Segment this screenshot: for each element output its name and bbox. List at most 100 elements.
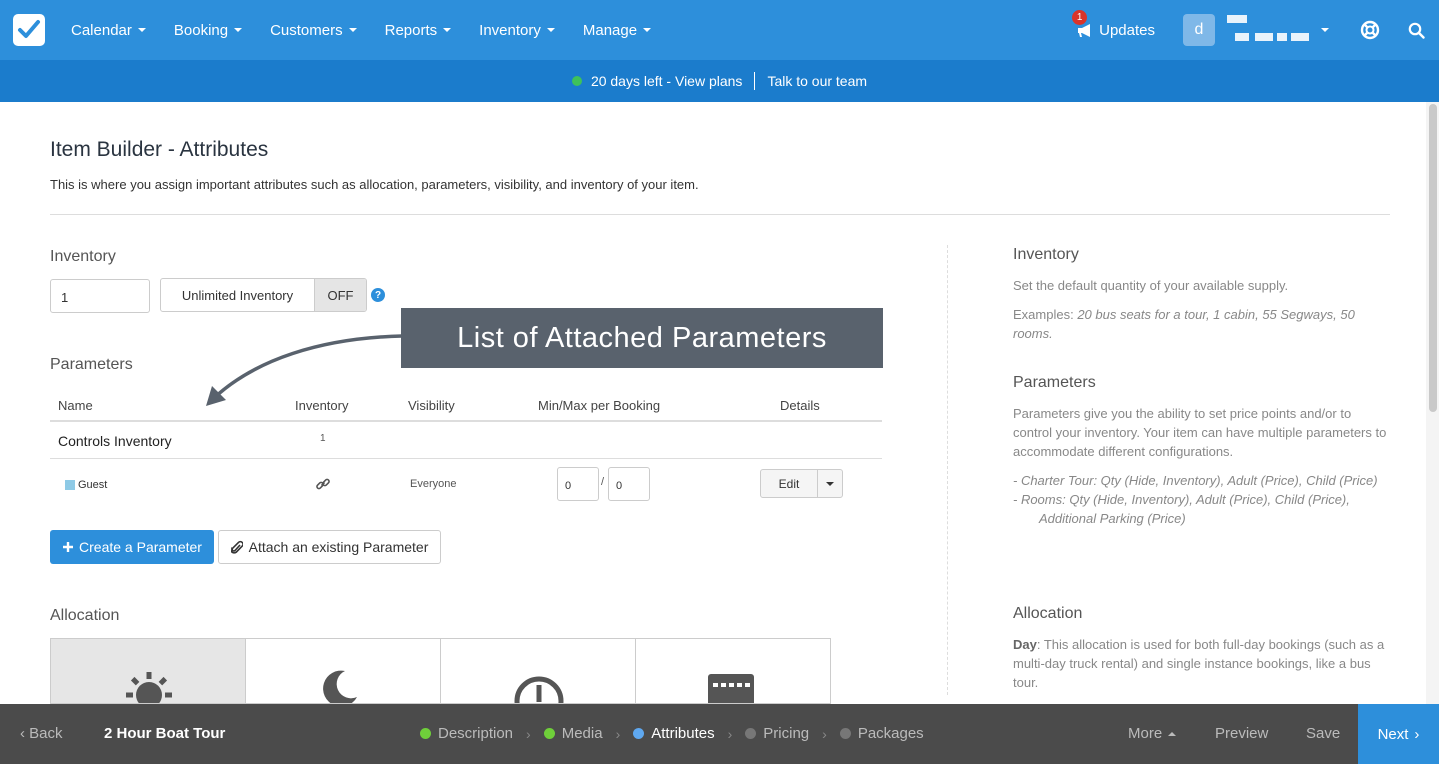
create-parameter-button[interactable]: Create a Parameter (50, 530, 214, 564)
unlimited-inventory-state[interactable]: OFF (314, 279, 366, 311)
divider (754, 72, 756, 90)
nav-calendar[interactable]: Calendar (57, 22, 160, 39)
callout-annotation: List of Attached Parameters (401, 308, 883, 368)
allocation-day-label: Day (1013, 637, 1037, 652)
back-label: Back (29, 725, 63, 742)
paperclip-icon (230, 540, 243, 554)
step-attributes-label: Attributes (651, 725, 715, 742)
col-visibility-header: Visibility (408, 398, 455, 413)
avatar[interactable]: d (1183, 14, 1215, 46)
moon-icon (323, 670, 357, 703)
clock-icon (514, 676, 564, 703)
edit-button[interactable]: Edit (761, 470, 817, 497)
step-attributes[interactable]: Attributes (633, 725, 715, 742)
help-inventory-examples: Examples: 20 bus seats for a tour, 1 cab… (1013, 305, 1363, 343)
col-name-header: Name (58, 398, 93, 413)
account-menu[interactable] (1225, 13, 1315, 47)
nav-manage-label: Manage (582, 21, 638, 39)
more-button[interactable]: More (1128, 725, 1177, 742)
account-caret-icon[interactable] (1321, 28, 1329, 32)
save-button[interactable]: Save (1306, 725, 1340, 742)
step-status-dot-icon (839, 728, 851, 739)
parameters-heading: Parameters (50, 356, 133, 373)
col-minmax-header: Min/Max per Booking (538, 398, 661, 413)
step-status-dot-icon (420, 728, 431, 739)
caret-up-icon (1168, 731, 1177, 736)
min-per-booking-input[interactable]: 0 (557, 467, 599, 501)
sun-icon (126, 672, 172, 703)
nav-manage[interactable]: Manage (569, 22, 665, 39)
chevron-down-icon (348, 28, 357, 32)
help-parameters-example-2b: Additional Parking (Price) (1039, 511, 1186, 526)
item-name: 2 Hour Boat Tour (104, 725, 226, 742)
inventory-heading: Inventory (50, 248, 116, 265)
nav-customers-label: Customers (270, 21, 343, 39)
table-row: Guest Everyone 0 / 0 Edit (50, 459, 882, 501)
help-lifebuoy-icon[interactable] (1347, 0, 1393, 60)
col-details-header: Details (780, 398, 820, 413)
unlimited-inventory-toggle[interactable]: Unlimited Inventory OFF (160, 278, 367, 312)
nav-booking[interactable]: Booking (160, 22, 256, 39)
nav-customers[interactable]: Customers (256, 22, 371, 39)
nav-booking-label: Booking (173, 21, 229, 39)
controls-inventory-value: 1 (320, 433, 326, 444)
search-icon[interactable] (1393, 0, 1439, 60)
chevron-down-icon (234, 28, 243, 32)
step-packages[interactable]: Packages (839, 725, 924, 742)
step-description[interactable]: Description (420, 725, 513, 742)
table-row: Controls Inventory 1 (50, 422, 882, 459)
updates-badge: 1 (1072, 9, 1088, 25)
more-label: More (1128, 725, 1163, 742)
help-inventory-title: Inventory (1013, 246, 1079, 263)
table-header-row: Name Inventory Visibility Min/Max per Bo… (50, 385, 882, 422)
col-inventory-header: Inventory (295, 398, 349, 413)
scrollbar-thumb[interactable] (1429, 104, 1437, 412)
unlimited-inventory-label: Unlimited Inventory (181, 287, 294, 303)
attach-parameter-button[interactable]: Attach an existing Parameter (218, 530, 441, 564)
help-allocation-text: Day: This allocation is used for both fu… (1013, 635, 1398, 692)
nav-inventory[interactable]: Inventory (465, 22, 569, 39)
help-question-icon[interactable]: ? (371, 288, 385, 302)
max-per-booking-input[interactable]: 0 (608, 467, 650, 501)
chevron-right-icon: › (822, 725, 827, 742)
nav-reports-label: Reports (384, 21, 438, 39)
parameter-visibility: Everyone (410, 478, 457, 490)
parameter-name[interactable]: Guest (78, 479, 107, 491)
min-max-separator: / (601, 476, 605, 488)
inventory-input[interactable]: 1 (50, 279, 150, 313)
nav-reports[interactable]: Reports (371, 22, 466, 39)
chevron-right-icon: › (615, 725, 621, 742)
caret-down-icon (826, 481, 834, 486)
edit-dropdown-toggle[interactable] (817, 470, 842, 497)
help-inventory-text: Set the default quantity of your availab… (1013, 278, 1289, 293)
wizard-steps: Description › Media › Attributes › Prici… (420, 725, 924, 742)
step-media[interactable]: Media (543, 725, 603, 742)
bottom-wizard-bar: ‹ Back 2 Hour Boat Tour Description › Me… (0, 704, 1439, 764)
allocation-calendar-option[interactable] (636, 639, 830, 703)
allocation-time-option[interactable] (441, 639, 636, 703)
back-button[interactable]: ‹ Back (20, 725, 63, 742)
allocation-day-option[interactable] (51, 639, 246, 703)
view-plans-link[interactable]: 20 days left - View plans (591, 73, 743, 89)
allocation-heading: Allocation (50, 607, 120, 624)
chevron-right-icon: › (727, 725, 733, 742)
talk-to-team-link[interactable]: Talk to our team (767, 73, 867, 89)
step-pricing[interactable]: Pricing (745, 725, 809, 742)
checkfront-logo-icon[interactable] (13, 14, 45, 46)
column-divider (947, 245, 948, 695)
next-label: Next (1377, 725, 1409, 743)
preview-button[interactable]: Preview (1215, 725, 1268, 742)
next-button[interactable]: Next › (1358, 704, 1439, 764)
nav-inventory-label: Inventory (479, 21, 541, 39)
chevron-down-icon (546, 28, 555, 32)
step-status-dot-icon (543, 728, 555, 739)
chevron-right-icon: › (1414, 725, 1420, 743)
allocation-night-option[interactable] (246, 639, 441, 703)
create-parameter-label: Create a Parameter (79, 539, 202, 555)
top-navbar: Calendar Booking Customers Reports Inven… (0, 0, 1439, 60)
chevron-down-icon (137, 28, 146, 32)
updates-button[interactable]: 1 Updates (1072, 9, 1155, 39)
help-allocation-title: Allocation (1013, 605, 1083, 622)
allocation-options (50, 638, 831, 704)
help-parameters-text: Parameters give you the ability to set p… (1013, 406, 1387, 459)
